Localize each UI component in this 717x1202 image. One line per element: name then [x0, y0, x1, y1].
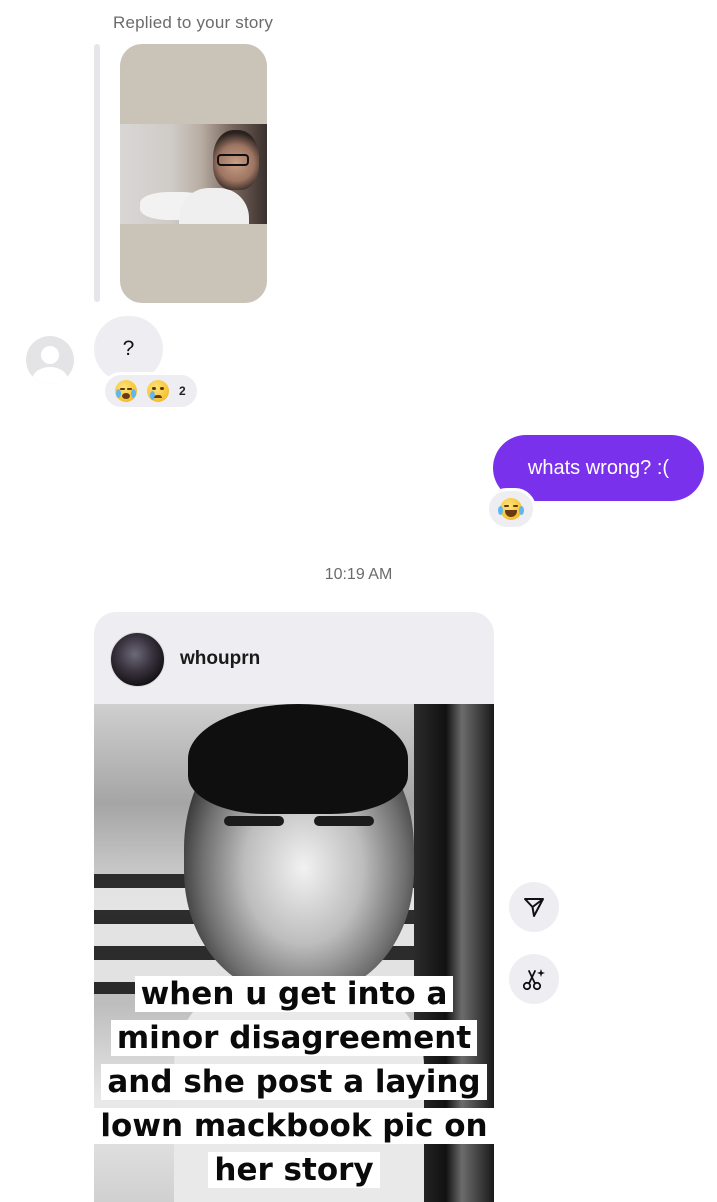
post-author-username[interactable]: whouprn [180, 648, 260, 670]
sender-avatar[interactable] [26, 336, 74, 384]
caption-line: minor disagreement [110, 1020, 478, 1056]
meme-caption: when u get into a minor disagreement and… [94, 972, 494, 1192]
post-author-avatar[interactable] [110, 632, 165, 687]
incoming-reactions[interactable]: 2 [102, 372, 200, 410]
caption-line: when u get into a [134, 976, 454, 1012]
caption-line: her story [208, 1152, 380, 1188]
scissors-sparkle-icon [522, 969, 545, 991]
caption-line: and she post a laying [101, 1064, 487, 1100]
reply-quote-bar [94, 44, 100, 302]
shared-post-card[interactable]: whouprn when u get into a minor disagree… [94, 612, 494, 1202]
face-with-tears-of-joy-icon [498, 498, 524, 520]
share-icon [524, 898, 544, 917]
outgoing-message-text: whats wrong? :( [527, 456, 670, 479]
story-thumbnail[interactable] [120, 44, 267, 303]
remix-button[interactable] [509, 954, 559, 1004]
share-button[interactable] [509, 882, 559, 932]
crying-face-icon [147, 380, 169, 402]
message-timestamp: 10:19 AM [324, 566, 393, 583]
replied-to-story-label: Replied to your story [113, 13, 274, 32]
shared-post-image[interactable]: when u get into a minor disagreement and… [94, 704, 494, 1202]
loudly-crying-face-icon [115, 380, 137, 402]
reaction-count: 2 [179, 384, 186, 398]
shared-post-header[interactable]: whouprn [94, 612, 494, 704]
outgoing-reaction[interactable] [486, 488, 536, 530]
caption-line: lown mackbook pic on [94, 1108, 494, 1144]
incoming-message-text: ? [122, 337, 135, 360]
story-photo [120, 124, 267, 224]
